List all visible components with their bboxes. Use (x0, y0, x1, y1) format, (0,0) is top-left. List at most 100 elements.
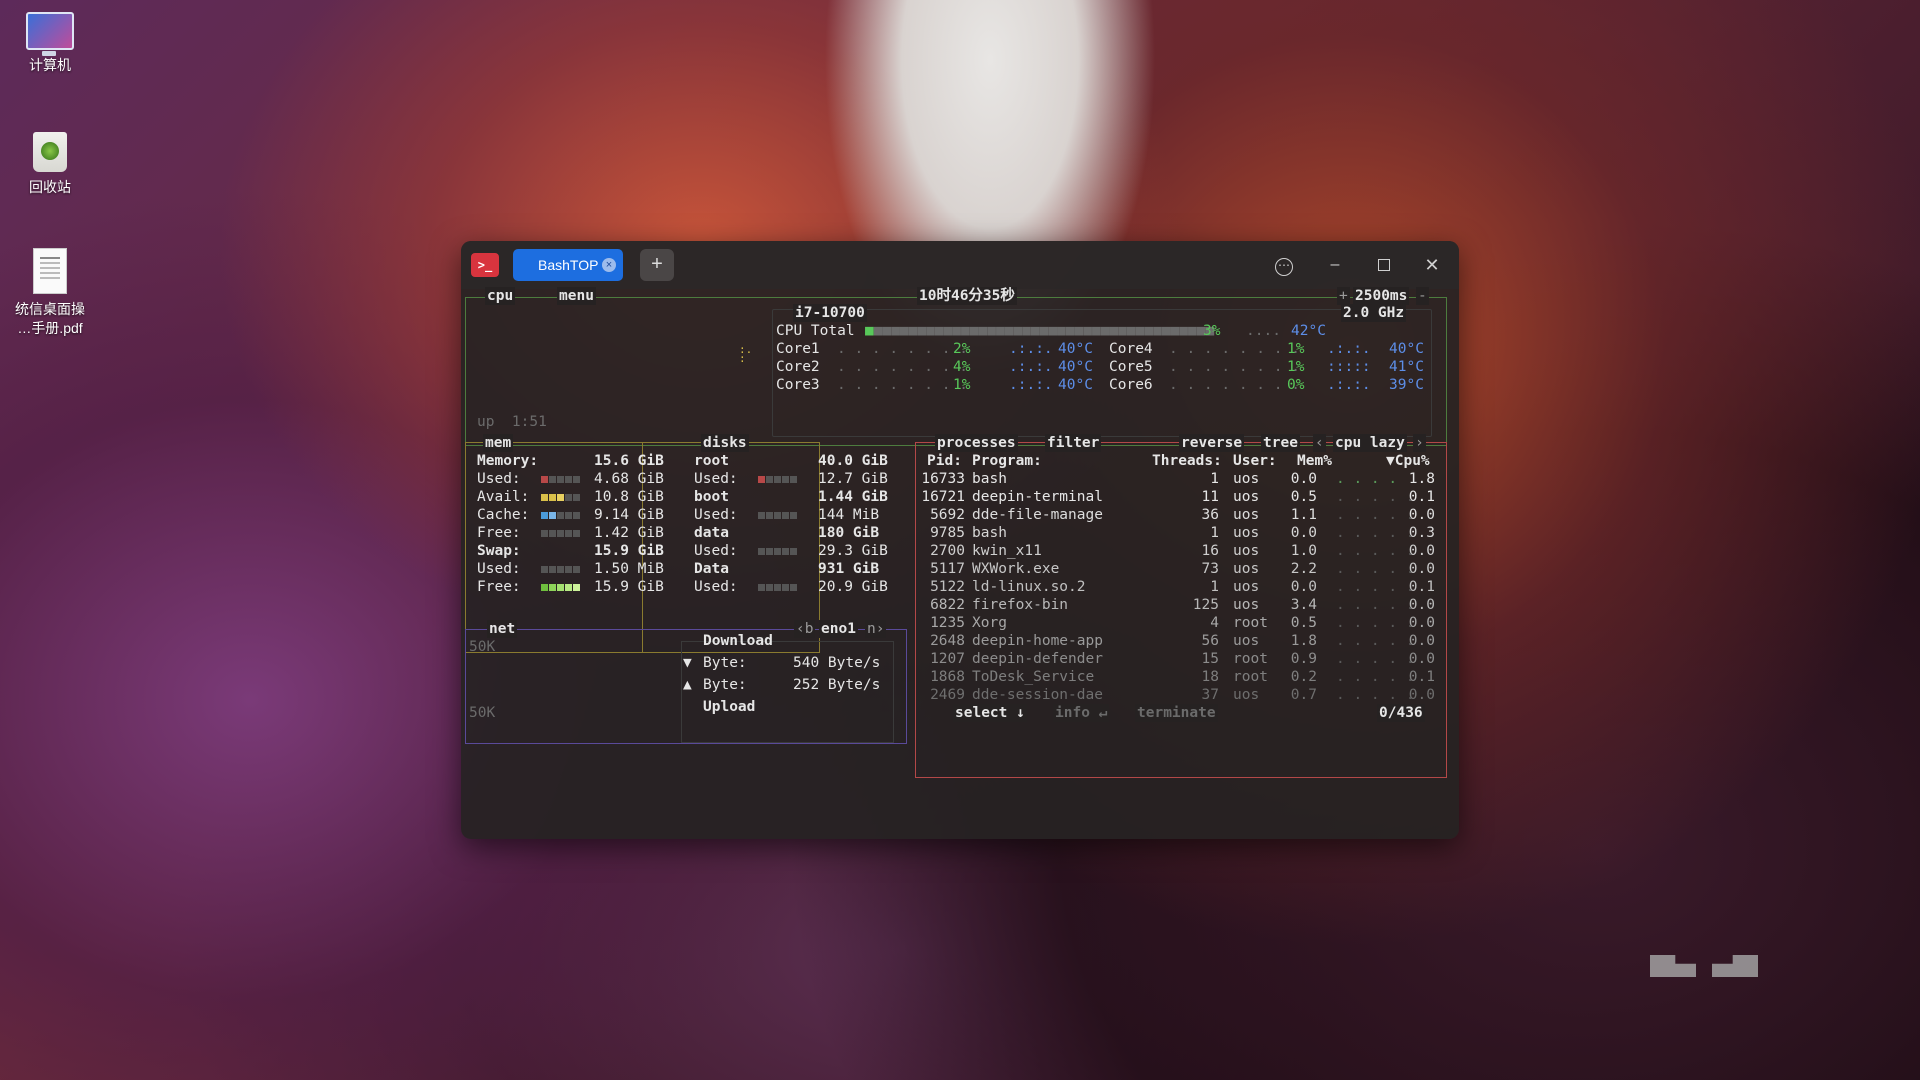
maximize-button[interactable] (1371, 253, 1397, 277)
disk-size: 180 GiB (818, 525, 880, 541)
cpu-total-meter: ■■■■■■■■■■■■■■■■■■■■■■■■■■■■■■■■■■■■■■■■ (865, 323, 1215, 339)
mem-meter-used (541, 470, 581, 488)
filter-button[interactable]: filter (1045, 434, 1102, 452)
sort-prev[interactable]: ‹ (1313, 434, 1326, 452)
cpu-total-label: CPU Total (776, 323, 855, 339)
net-scale-top: 50K (469, 639, 496, 655)
process-threads: 1 (1210, 579, 1219, 595)
disk-name: Data (694, 561, 729, 577)
interval-increase[interactable]: + (1337, 287, 1350, 305)
net-prev-interface[interactable]: ‹b (794, 620, 816, 638)
process-mem: 2.2 (1290, 561, 1317, 577)
minimize-button[interactable]: – (1322, 253, 1348, 277)
tab-bashtop[interactable]: BashTOP × (513, 249, 623, 281)
disk-used-value: 20.9 GiB (818, 579, 888, 595)
process-cpu-graph: . . . . . (1336, 507, 1415, 523)
process-mem: 3.4 (1290, 597, 1317, 613)
disk-name: data (694, 525, 729, 541)
interval-decrease[interactable]: - (1416, 287, 1429, 305)
process-mem: 0.0 (1290, 579, 1317, 595)
core-temp-graph: .:.:. (1009, 341, 1053, 357)
mem-label: Avail: (477, 489, 530, 505)
process-program: dde-file-manage (972, 507, 1103, 523)
close-tab-icon[interactable]: × (602, 258, 616, 272)
core-temp-graph: .:.:. (1009, 377, 1053, 393)
process-cpu-graph: . . . . . (1336, 489, 1415, 505)
mem-label: Free: (477, 525, 521, 541)
col-user: User: (1233, 453, 1277, 469)
process-program: ToDesk_Service (972, 669, 1095, 685)
info-button[interactable]: info ↵ (1053, 704, 1110, 722)
process-program: bash (972, 471, 1007, 487)
disk-size: 1.44 GiB (818, 489, 888, 505)
col-program: Program: (972, 453, 1042, 469)
swap-meter-free (541, 578, 581, 596)
process-program: firefox-bin (972, 597, 1069, 613)
core-name: Core1 (776, 341, 820, 357)
process-threads: 56 (1201, 633, 1219, 649)
core-name: Core6 (1109, 377, 1153, 393)
core-percent: 4% (953, 359, 971, 375)
more-icon: ⋯ (1275, 258, 1293, 276)
trash-icon (33, 132, 67, 172)
maximize-icon (1378, 258, 1390, 271)
mem-title: mem (483, 434, 514, 452)
disks-title: disks (701, 434, 749, 452)
upload-label: Upload (703, 699, 756, 715)
disk-meter (758, 578, 798, 596)
process-cpu-graph: . . . . . (1336, 651, 1415, 667)
process-program: WXWork.exe (972, 561, 1060, 577)
desktop-icon-label: 计算机 (29, 57, 71, 73)
cpu-graph-dots: :. : (739, 343, 753, 365)
desktop-icon-label-2: …手册.pdf (17, 319, 83, 336)
core-temp: 40°C (1389, 341, 1424, 357)
mem-label: Swap: (477, 543, 521, 559)
process-threads: 15 (1201, 651, 1219, 667)
process-pid: 1207 (930, 651, 965, 667)
core-temp: 41°C (1389, 359, 1424, 375)
net-title: net (487, 620, 518, 638)
new-tab-button[interactable]: + (640, 249, 674, 281)
process-threads: 18 (1201, 669, 1219, 685)
process-threads: 4 (1210, 615, 1219, 631)
process-mem: 0.2 (1290, 669, 1317, 685)
select-button[interactable]: select ↓ (953, 704, 1027, 722)
process-threads: 73 (1201, 561, 1219, 577)
terminate-button[interactable]: terminate (1135, 704, 1218, 722)
disk-used-label: Used: (694, 471, 738, 487)
process-cpu-graph: . . . . . (1336, 669, 1415, 685)
close-window-button[interactable]: ✕ (1419, 253, 1445, 277)
more-options-button[interactable]: ⋯ (1271, 253, 1297, 277)
process-threads: 36 (1201, 507, 1219, 523)
desktop-icon-trash[interactable]: 回收站 (10, 132, 90, 197)
terminal-app-icon: >_ (471, 253, 499, 277)
upload-arrow-icon: ▲ (683, 677, 692, 693)
cpu-title: cpu (485, 287, 516, 305)
process-threads: 1 (1210, 525, 1219, 541)
core-temp-graph: .:.:. (1327, 341, 1371, 357)
process-program: dde-session-dae (972, 687, 1103, 703)
terminal-content[interactable]: cpu menu 10时46分35秒 + 2500ms - up 1:51 :.… (461, 287, 1459, 839)
terminal-window: >_ BashTOP × + ⋯ – ✕ cpu menu 10时46分35秒 … (461, 241, 1459, 839)
process-cpu-graph: . . . . . (1336, 633, 1415, 649)
process-cpu-graph: . . . . . (1336, 579, 1415, 595)
desktop-icon-pdf[interactable]: 统信桌面操 …手册.pdf (10, 248, 90, 338)
mem-label: Cache: (477, 507, 530, 523)
title-bar: >_ BashTOP × + ⋯ – ✕ (461, 241, 1459, 289)
core-meter: . . . . . . . . (1169, 341, 1300, 357)
download-arrow-icon: ▼ (683, 655, 692, 671)
process-cpu-graph: . . . . . (1336, 543, 1415, 559)
desktop-icon-computer[interactable]: 计算机 (10, 12, 90, 75)
core-temp: 40°C (1058, 341, 1093, 357)
process-pid: 5692 (930, 507, 965, 523)
core-temp: 40°C (1058, 359, 1093, 375)
net-next-interface[interactable]: n› (865, 620, 887, 638)
uptime: up 1:51 (477, 414, 547, 430)
tab-label: BashTOP (538, 257, 599, 273)
process-program: ld-linux.so.2 (972, 579, 1086, 595)
tree-toggle[interactable]: tree (1261, 434, 1300, 452)
reverse-toggle[interactable]: reverse (1179, 434, 1245, 452)
menu-button[interactable]: menu (557, 287, 596, 305)
sort-next[interactable]: › (1413, 434, 1426, 452)
update-interval: 2500ms (1353, 287, 1410, 305)
